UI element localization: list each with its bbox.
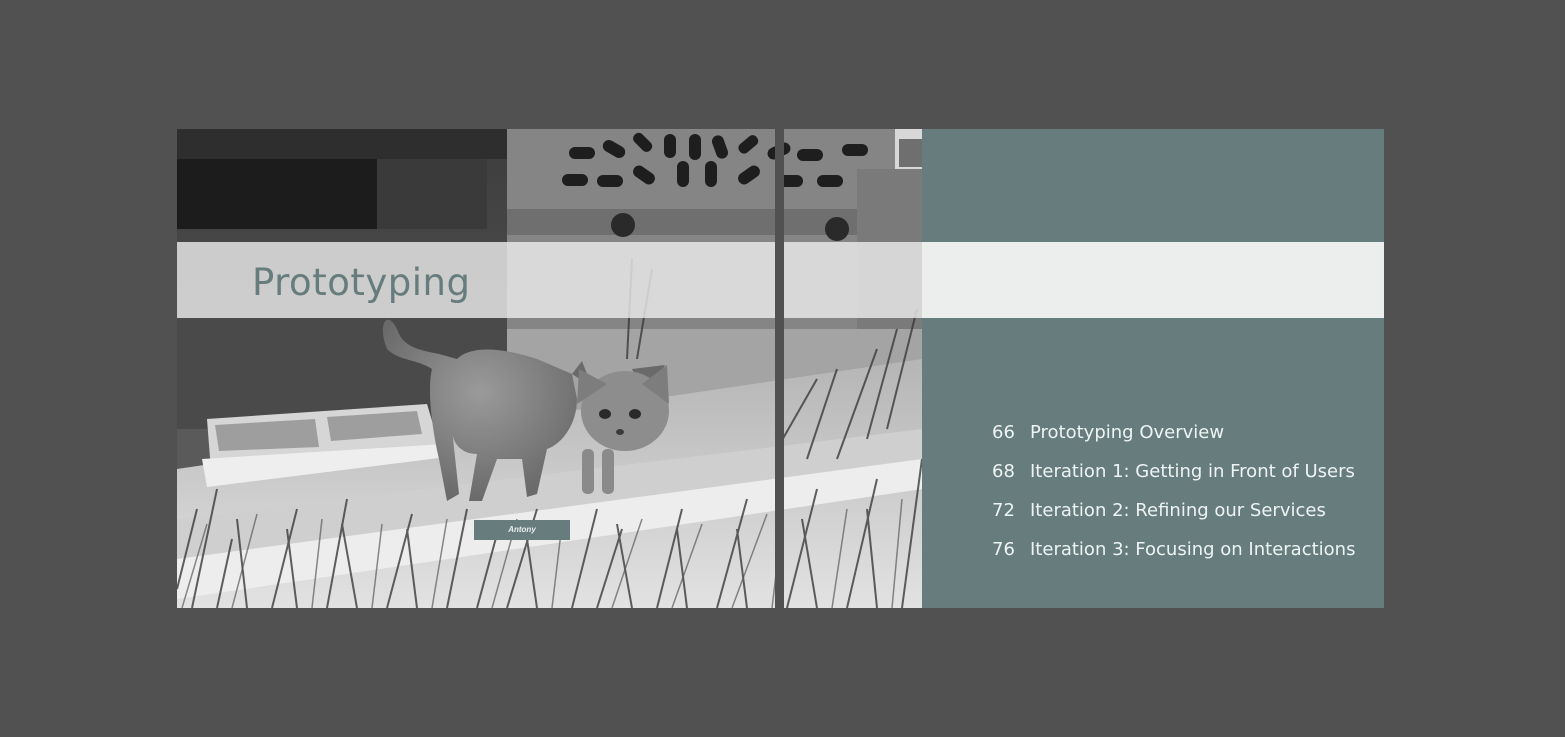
toc-label: Iteration 1: Getting in Front of Users bbox=[1030, 461, 1355, 482]
table-of-contents: 66 Prototyping Overview 68 Iteration 1: Ge… bbox=[992, 420, 1355, 576]
toc-label: Iteration 2: Refining our Services bbox=[1030, 500, 1326, 521]
toc-page-number: 66 bbox=[992, 422, 1015, 443]
kitten-photo: Antony bbox=[177, 129, 922, 608]
chapter-title: Prototyping bbox=[252, 261, 471, 304]
toc-label: Prototyping Overview bbox=[1030, 422, 1225, 443]
photo-caption: Antony bbox=[474, 520, 570, 540]
toc-page-number: 68 bbox=[992, 461, 1015, 482]
toc-item[interactable]: 72 Iteration 2: Refining our Services bbox=[992, 498, 1355, 537]
book-spread: Antony Prototyping 66 Prototyping Overvie… bbox=[177, 129, 1384, 608]
toc-page-number: 72 bbox=[992, 500, 1015, 521]
toc-item[interactable]: 66 Prototyping Overview bbox=[992, 420, 1355, 459]
page-gutter bbox=[775, 129, 784, 608]
title-band-right bbox=[784, 242, 1384, 318]
toc-page-number: 76 bbox=[992, 539, 1015, 560]
toc-item[interactable]: 76 Iteration 3: Focusing on Interactions bbox=[992, 537, 1355, 576]
toc-item[interactable]: 68 Iteration 1: Getting in Front of Users bbox=[992, 459, 1355, 498]
toc-label: Iteration 3: Focusing on Interactions bbox=[1030, 539, 1356, 560]
